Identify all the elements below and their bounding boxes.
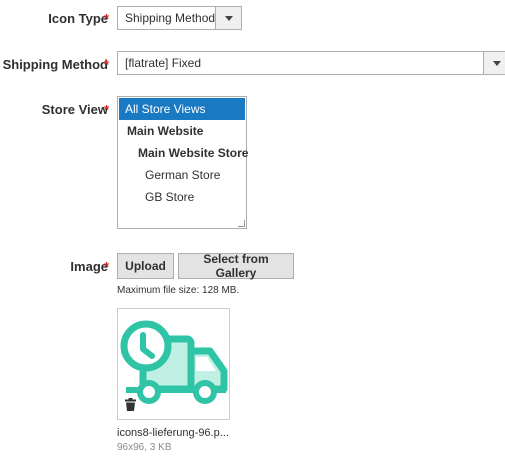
- image-file-name: icons8-lieferung-96.p...: [117, 427, 229, 439]
- resize-handle-icon[interactable]: [238, 220, 245, 227]
- upload-button[interactable]: Upload: [117, 253, 174, 279]
- icon-type-required-mark: *: [104, 11, 110, 26]
- dropdown-arrow-icon[interactable]: [483, 52, 505, 74]
- icon-type-value: Shipping Method: [125, 11, 216, 25]
- store-view-required-mark: *: [104, 102, 110, 117]
- dropdown-arrow-icon[interactable]: [215, 7, 241, 29]
- store-view-option-main-website-store[interactable]: Main Website Store: [118, 142, 248, 164]
- trash-icon[interactable]: [125, 398, 136, 411]
- select-from-gallery-button[interactable]: Select from Gallery: [178, 252, 294, 280]
- image-thumbnail[interactable]: [117, 308, 230, 420]
- shipping-method-value: [flatrate] Fixed: [125, 56, 202, 70]
- shipping-method-label: Shipping Method: [2, 57, 108, 72]
- icon-type-select[interactable]: Shipping Method: [117, 6, 242, 30]
- image-label: Image: [70, 259, 108, 274]
- shipping-method-select[interactable]: [flatrate] Fixed: [117, 51, 505, 75]
- store-view-option-german-store[interactable]: German Store: [118, 164, 246, 186]
- image-required-mark: *: [104, 259, 110, 274]
- store-view-multiselect[interactable]: All Store Views Main Website Main Websit…: [117, 96, 248, 229]
- store-view-option-main-website[interactable]: Main Website: [118, 120, 246, 142]
- image-file-meta: 96x96, 3 KB: [117, 442, 172, 453]
- shipping-method-required-mark: *: [104, 57, 110, 72]
- max-file-size-note: Maximum file size: 128 MB.: [117, 285, 240, 296]
- store-view-label: Store View: [41, 102, 108, 117]
- store-view-option-gb-store[interactable]: GB Store: [118, 186, 246, 208]
- store-view-option-all[interactable]: All Store Views: [119, 98, 245, 120]
- icon-type-label: Icon Type: [48, 11, 108, 26]
